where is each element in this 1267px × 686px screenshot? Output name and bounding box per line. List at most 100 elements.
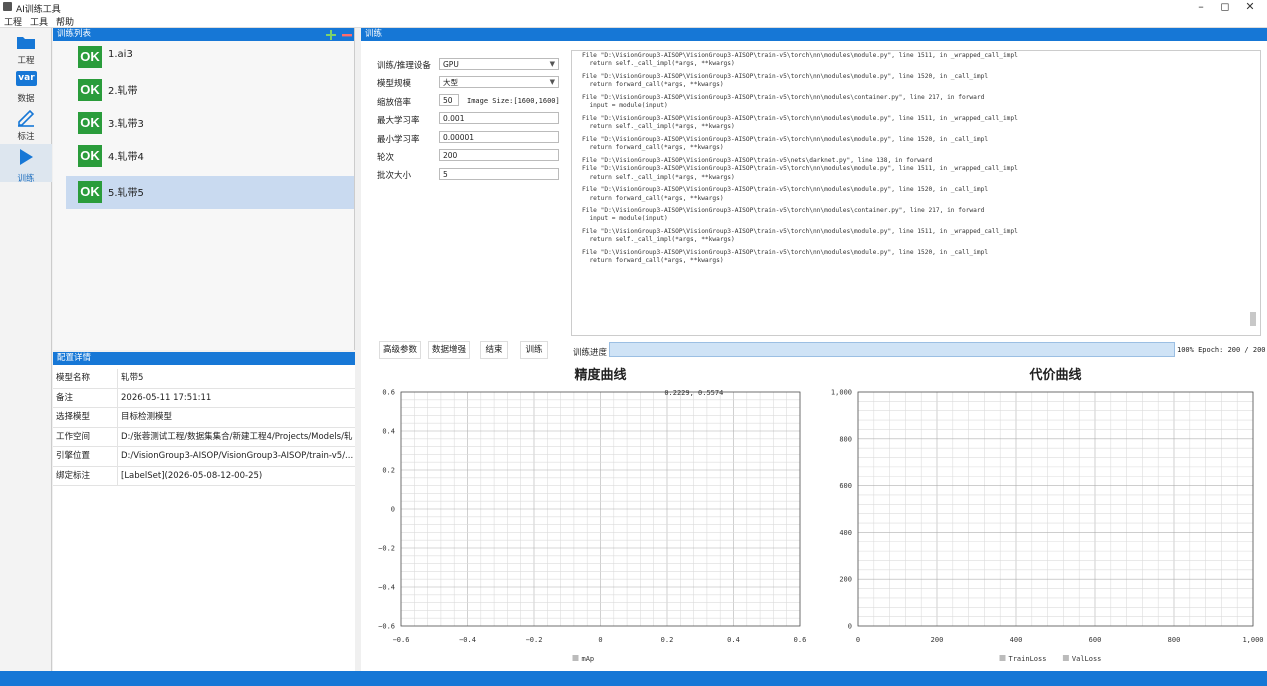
config-row: 备注 2026-05-11 17:51:11 bbox=[53, 388, 355, 408]
menu-project[interactable]: 工程 bbox=[0, 14, 26, 29]
ok-badge: OK bbox=[78, 181, 102, 203]
epoch-text: Epoch: 200 / 200 bbox=[1198, 346, 1266, 354]
x-tick-label: −0.2 bbox=[526, 636, 543, 644]
y-tick-label: 0 bbox=[848, 623, 852, 631]
y-tick-label: 0.2 bbox=[382, 467, 395, 475]
config-row: 绑定标注 [LabelSet](2026-05-08-12-00-25) bbox=[53, 466, 355, 486]
progress-label: 训练进度 bbox=[573, 348, 608, 358]
remove-icon[interactable] bbox=[342, 30, 352, 40]
list-item[interactable]: OK 3.轧带3 bbox=[66, 107, 354, 140]
batch-label: 批次大小 bbox=[377, 171, 412, 181]
minimize-button[interactable]: – bbox=[1188, 0, 1214, 14]
config-row: 工作空间 D:/张蓉测试工程/数据集集合/新建工程4/Projects/Model… bbox=[53, 427, 355, 447]
accuracy-chart: 精度曲线 −0.6 −0.4 −0.2 0 0.2 0.4 0.6 −0.6 −0.4 −0.2 0 0… bbox=[378, 367, 806, 663]
log-line: File "D:\VisionGroup3-AISOP\VisionGroup3… bbox=[582, 52, 1018, 59]
training-log[interactable]: File "D:\VisionGroup3-AISOP\VisionGroup3… bbox=[571, 50, 1261, 336]
log-scrollbar[interactable] bbox=[1250, 312, 1256, 326]
log-line: return self._call_impl(*args, **kwargs) bbox=[582, 123, 735, 131]
log-line: File "D:\VisionGroup3-AISOP\VisionGroup3… bbox=[582, 249, 989, 257]
app-icon bbox=[3, 2, 12, 11]
max-lr-input[interactable]: 0.001 bbox=[439, 112, 559, 124]
nav-project[interactable]: 工程 bbox=[0, 30, 52, 68]
epochs-input[interactable]: 200 bbox=[439, 149, 559, 161]
list-item[interactable]: OK 2.轧带 bbox=[66, 74, 354, 107]
var-icon: var bbox=[16, 71, 37, 86]
chevron-down-icon: ▼ bbox=[549, 78, 555, 86]
legend-swatch bbox=[999, 655, 1006, 661]
ok-badge: OK bbox=[78, 145, 102, 167]
log-line: return forward_call(*args, **kwargs) bbox=[582, 257, 724, 265]
menu-tools[interactable]: 工具 bbox=[26, 14, 52, 29]
y-tick-label: 1,000 bbox=[831, 389, 852, 397]
config-row: 引擎位置 D:/VisionGroup3-AISOP/VisionGroup3-A… bbox=[53, 447, 355, 467]
log-line: input = module(input) bbox=[582, 215, 668, 223]
x-tick-label: 600 bbox=[1089, 636, 1102, 644]
legend-label: TrainLoss bbox=[1009, 655, 1047, 663]
train-list-header: 训练列表 bbox=[53, 28, 354, 41]
window-titlebar: AI训练工具 – ◻ ✕ bbox=[0, 0, 1267, 15]
image-size-hint: Image Size:[1600,1600] bbox=[467, 97, 560, 105]
folder-icon bbox=[17, 37, 35, 49]
left-nav: 工程 var 数据 标注 训练 bbox=[0, 28, 52, 671]
log-line: File "D:\VisionGroup3-AISOP\VisionGroup3… bbox=[582, 186, 989, 194]
y-tick-label: −0.4 bbox=[378, 584, 395, 592]
list-item[interactable]: OK 4.轧带4 bbox=[66, 140, 354, 173]
ok-badge: OK bbox=[78, 112, 102, 134]
log-line: return self._call_impl(*args, **kwargs) bbox=[582, 60, 735, 68]
maximize-button[interactable]: ◻ bbox=[1212, 0, 1238, 14]
scale-select[interactable]: 大型 ▼ bbox=[439, 76, 559, 88]
config-row: 选择模型 目标检测模型 bbox=[53, 408, 355, 428]
y-tick-label: −0.2 bbox=[378, 545, 395, 553]
log-line: File "D:\VisionGroup3-AISOP\VisionGroup3… bbox=[582, 228, 1018, 236]
min-lr-input[interactable]: 0.00001 bbox=[439, 131, 559, 143]
y-tick-label: 0 bbox=[391, 506, 395, 514]
nav-train[interactable]: 训练 bbox=[0, 144, 52, 184]
status-bar bbox=[0, 671, 1267, 686]
advanced-params-button[interactable]: 高级参数 bbox=[379, 341, 421, 359]
device-select[interactable]: GPU ▼ bbox=[439, 58, 559, 70]
x-tick-label: 200 bbox=[931, 636, 944, 644]
train-list-panel: 训练列表 OK 1.ai3 OK 2.轧带 OK 3.轧带3 OK 4.轧带4 OK 5.… bbox=[53, 28, 355, 350]
log-line: File "D:\VisionGroup3-AISOP\VisionGroup3… bbox=[582, 135, 989, 143]
legend-label: mAp bbox=[582, 655, 595, 663]
plot-frame bbox=[857, 391, 1254, 627]
legend-label: ValLoss bbox=[1072, 655, 1102, 663]
ok-badge: OK bbox=[78, 79, 102, 101]
list-item-selected[interactable]: OK 5.轧带5 bbox=[66, 176, 354, 209]
stop-button[interactable]: 结束 bbox=[480, 341, 508, 359]
ok-badge: OK bbox=[78, 46, 102, 68]
menu-bar: 工程 工具 帮助 bbox=[0, 14, 1267, 28]
data-augment-button[interactable]: 数据增强 bbox=[428, 341, 470, 359]
batch-input[interactable]: 5 bbox=[439, 168, 559, 180]
menu-help[interactable]: 帮助 bbox=[52, 14, 78, 29]
zoom-input[interactable]: 50 bbox=[439, 94, 459, 106]
add-icon[interactable] bbox=[326, 30, 336, 40]
play-icon bbox=[20, 149, 33, 165]
log-line: File "D:\VisionGroup3-AISOP\VisionGroup3… bbox=[582, 93, 985, 101]
x-tick-label: 0 bbox=[598, 636, 602, 644]
x-tick-label: 800 bbox=[1168, 636, 1181, 644]
train-button[interactable]: 训练 bbox=[520, 341, 548, 359]
config-panel: 配置详情 模型名称 轧带5 备注 2026-05-11 17:51:11 选择模型目… bbox=[53, 352, 355, 671]
chart-title: 精度曲线 bbox=[574, 367, 626, 383]
min-lr-label: 最小学习率 bbox=[377, 135, 420, 145]
device-label: 训练/推理设备 bbox=[377, 61, 431, 71]
log-line: return forward_call(*args, **kwargs) bbox=[582, 81, 724, 89]
y-tick-label: −0.6 bbox=[378, 623, 395, 631]
train-list-title: 训练列表 bbox=[57, 29, 92, 39]
log-line: File "D:\VisionGroup3-AISOP\VisionGroup3… bbox=[582, 114, 1018, 122]
legend-swatch bbox=[572, 655, 579, 661]
list-item[interactable]: OK 1.ai3 bbox=[66, 41, 354, 74]
nav-annotate[interactable]: 标注 bbox=[0, 106, 52, 144]
close-button[interactable]: ✕ bbox=[1237, 0, 1263, 14]
chevron-down-icon: ▼ bbox=[549, 60, 555, 68]
x-tick-label: 0 bbox=[856, 636, 860, 644]
x-tick-label: 400 bbox=[1010, 636, 1023, 644]
nav-data[interactable]: var 数据 bbox=[0, 68, 52, 106]
log-line: File "D:\VisionGroup3-AISOP\VisionGroup3… bbox=[582, 72, 989, 80]
zoom-label: 缩放倍率 bbox=[377, 98, 412, 108]
config-row: 模型名称 轧带5 bbox=[53, 369, 355, 389]
log-line: return self._call_impl(*args, **kwargs) bbox=[582, 236, 735, 244]
x-tick-label: 0.4 bbox=[727, 636, 740, 644]
y-tick-label: 400 bbox=[839, 529, 852, 537]
